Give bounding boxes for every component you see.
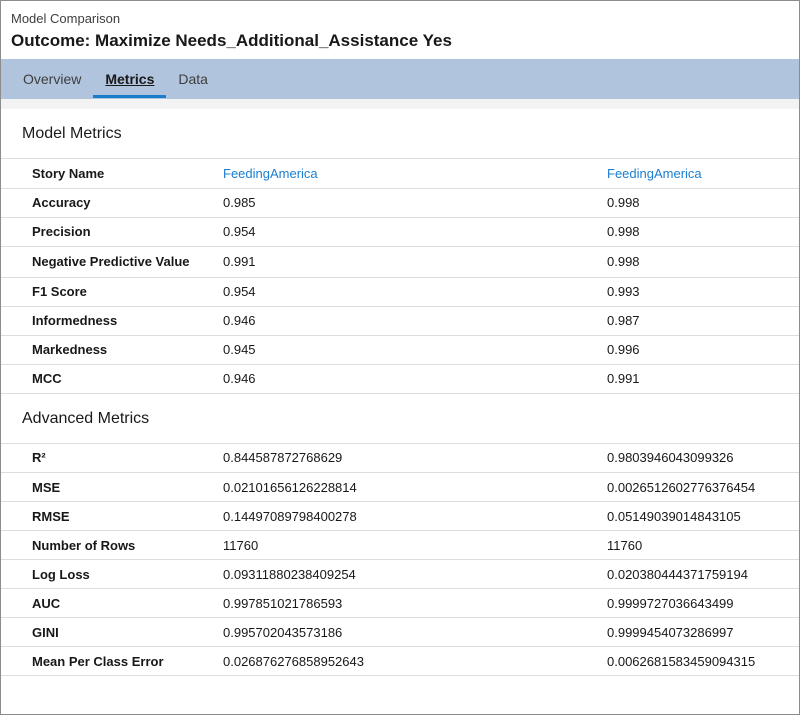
- tab-metrics[interactable]: Metrics: [93, 59, 167, 99]
- table-row: Mean Per Class Error 0.02687627685895264…: [1, 646, 799, 676]
- model-metrics-heading: Model Metrics: [1, 109, 799, 159]
- model1-value: 0.02101656126228814: [223, 472, 607, 502]
- model2-value: 0.987: [607, 306, 799, 336]
- row-label: Story Name: [1, 159, 223, 189]
- model1-value: 0.954: [223, 217, 607, 247]
- row-label: Log Loss: [1, 559, 223, 589]
- row-label: AUC: [1, 588, 223, 618]
- row-label: Markedness: [1, 335, 223, 365]
- model1-value: 0.026876276858952643: [223, 646, 607, 676]
- model2-value: 0.996: [607, 335, 799, 365]
- row-label: Negative Predictive Value: [1, 246, 223, 278]
- table-row: Number of Rows 11760 11760: [1, 530, 799, 560]
- model-comparison-panel: Model Comparison Outcome: Maximize Needs…: [0, 0, 800, 715]
- model1-value: 0.985: [223, 188, 607, 218]
- table-row: GINI 0.995702043573186 0.999945407328699…: [1, 617, 799, 647]
- model2-value: 0.05149039014843105: [607, 501, 799, 531]
- model2-value: 0.9999727036643499: [607, 588, 799, 618]
- model2-value: 0.993: [607, 277, 799, 307]
- row-label: Number of Rows: [1, 530, 223, 560]
- table-row: Markedness 0.945 0.996: [1, 335, 799, 365]
- model1-value: 0.995702043573186: [223, 617, 607, 647]
- model1-value: 0.954: [223, 277, 607, 307]
- model2-value: 0.9803946043099326: [607, 443, 799, 473]
- model1-value: 0.997851021786593: [223, 588, 607, 618]
- model2-value: 0.998: [607, 217, 799, 247]
- table-row: Log Loss 0.09311880238409254 0.020380444…: [1, 559, 799, 589]
- story-name-link[interactable]: FeedingAmerica: [223, 159, 607, 189]
- row-label: Mean Per Class Error: [1, 646, 223, 676]
- row-label: MSE: [1, 472, 223, 502]
- table-row: MSE 0.02101656126228814 0.00265126027763…: [1, 472, 799, 502]
- model-metrics-table: Story Name FeedingAmerica FeedingAmerica…: [1, 159, 799, 394]
- table-row: Negative Predictive Value 0.991 0.998: [1, 246, 799, 278]
- table-row: Accuracy 0.985 0.998: [1, 188, 799, 218]
- table-row: Informedness 0.946 0.987: [1, 306, 799, 336]
- table-row: AUC 0.997851021786593 0.9999727036643499: [1, 588, 799, 618]
- model1-value: 0.991: [223, 246, 607, 278]
- model2-value: 0.0062681583459094315: [607, 646, 799, 676]
- model2-value: 0.9999454073286997: [607, 617, 799, 647]
- tab-divider: [1, 99, 799, 109]
- row-label: GINI: [1, 617, 223, 647]
- model2-value: 11760: [607, 530, 799, 560]
- model1-value: 11760: [223, 530, 607, 560]
- table-row: Story Name FeedingAmerica FeedingAmerica: [1, 159, 799, 189]
- model2-value: 0.0026512602776376454: [607, 472, 799, 502]
- row-label: Informedness: [1, 306, 223, 336]
- model1-value: 0.14497089798400278: [223, 501, 607, 531]
- metrics-content: Model Metrics Story Name FeedingAmerica …: [1, 109, 799, 676]
- model2-value: 0.998: [607, 246, 799, 278]
- tab-bar: Overview Metrics Data: [1, 59, 799, 99]
- panel-title: Outcome: Maximize Needs_Additional_Assis…: [11, 31, 452, 50]
- row-label: R²: [1, 443, 223, 473]
- table-row: F1 Score 0.954 0.993: [1, 277, 799, 307]
- model1-value: 0.09311880238409254: [223, 559, 607, 589]
- model1-value: 0.844587872768629: [223, 443, 607, 473]
- row-label: RMSE: [1, 501, 223, 531]
- model1-value: 0.945: [223, 335, 607, 365]
- row-label: F1 Score: [1, 277, 223, 307]
- model2-value: 0.020380444371759194: [607, 559, 799, 589]
- tab-overview[interactable]: Overview: [11, 59, 93, 99]
- advanced-metrics-heading: Advanced Metrics: [1, 394, 799, 444]
- table-row: Precision 0.954 0.998: [1, 217, 799, 247]
- model1-value: 0.946: [223, 306, 607, 336]
- model2-value: 0.991: [607, 364, 799, 394]
- story-name-link[interactable]: FeedingAmerica: [607, 159, 799, 189]
- model2-value: 0.998: [607, 188, 799, 218]
- tab-data[interactable]: Data: [166, 59, 220, 99]
- advanced-metrics-table: R² 0.844587872768629 0.9803946043099326 …: [1, 443, 799, 676]
- table-row: MCC 0.946 0.991: [1, 364, 799, 394]
- model1-value: 0.946: [223, 364, 607, 394]
- panel-header: Model Comparison Outcome: Maximize Needs…: [1, 1, 799, 59]
- panel-subtitle: Model Comparison: [11, 11, 121, 26]
- table-row: R² 0.844587872768629 0.9803946043099326: [1, 443, 799, 473]
- table-row: RMSE 0.14497089798400278 0.0514903901484…: [1, 501, 799, 531]
- row-label: Accuracy: [1, 188, 223, 218]
- row-label: MCC: [1, 364, 223, 394]
- row-label: Precision: [1, 217, 223, 247]
